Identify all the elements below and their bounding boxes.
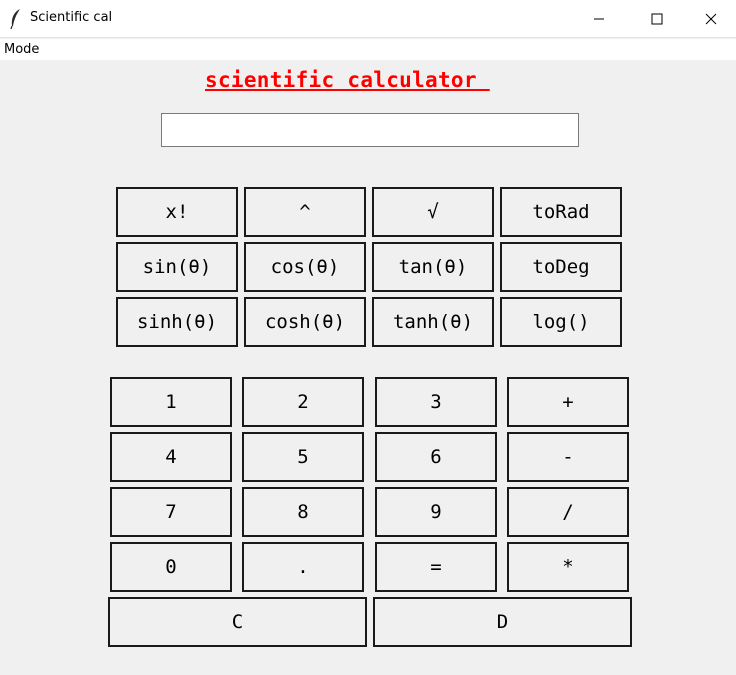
window-title: Scientific cal bbox=[30, 10, 113, 25]
close-button[interactable] bbox=[686, 0, 736, 38]
digit-4-button[interactable]: 4 bbox=[110, 432, 232, 482]
minimize-button[interactable] bbox=[570, 0, 628, 38]
clear-button[interactable]: C bbox=[108, 597, 367, 647]
menu-item-mode[interactable]: Mode bbox=[4, 42, 39, 57]
tanh-button[interactable]: tanh(θ) bbox=[372, 297, 494, 347]
digit-8-button[interactable]: 8 bbox=[242, 487, 364, 537]
digit-1-button[interactable]: 1 bbox=[110, 377, 232, 427]
plus-button[interactable]: + bbox=[507, 377, 629, 427]
digit-3-button[interactable]: 3 bbox=[375, 377, 497, 427]
equals-button[interactable]: = bbox=[375, 542, 497, 592]
tan-button[interactable]: tan(θ) bbox=[372, 242, 494, 292]
decimal-point-button[interactable]: . bbox=[242, 542, 364, 592]
calculator-heading: scientific calculator bbox=[205, 68, 490, 92]
multiply-button[interactable]: * bbox=[507, 542, 629, 592]
to-deg-button[interactable]: toDeg bbox=[500, 242, 622, 292]
digit-5-button[interactable]: 5 bbox=[242, 432, 364, 482]
close-icon bbox=[705, 13, 717, 25]
sqrt-button[interactable]: √ bbox=[372, 187, 494, 237]
digit-2-button[interactable]: 2 bbox=[242, 377, 364, 427]
factorial-button[interactable]: x! bbox=[116, 187, 238, 237]
sin-button[interactable]: sin(θ) bbox=[116, 242, 238, 292]
digit-6-button[interactable]: 6 bbox=[375, 432, 497, 482]
cosh-button[interactable]: cosh(θ) bbox=[244, 297, 366, 347]
title-bar: Scientific cal bbox=[0, 0, 736, 38]
delete-button[interactable]: D bbox=[373, 597, 632, 647]
digit-0-button[interactable]: 0 bbox=[110, 542, 232, 592]
sinh-button[interactable]: sinh(θ) bbox=[116, 297, 238, 347]
maximize-button[interactable] bbox=[628, 0, 686, 38]
menu-bar: Mode bbox=[0, 39, 736, 60]
divide-button[interactable]: / bbox=[507, 487, 629, 537]
to-rad-button[interactable]: toRad bbox=[500, 187, 622, 237]
expression-input[interactable] bbox=[161, 113, 579, 147]
feather-icon bbox=[10, 9, 20, 30]
digit-9-button[interactable]: 9 bbox=[375, 487, 497, 537]
minimize-icon bbox=[594, 18, 604, 20]
log-button[interactable]: log() bbox=[500, 297, 622, 347]
digit-7-button[interactable]: 7 bbox=[110, 487, 232, 537]
cos-button[interactable]: cos(θ) bbox=[244, 242, 366, 292]
minus-button[interactable]: - bbox=[507, 432, 629, 482]
power-button[interactable]: ^ bbox=[244, 187, 366, 237]
maximize-icon bbox=[651, 13, 663, 25]
